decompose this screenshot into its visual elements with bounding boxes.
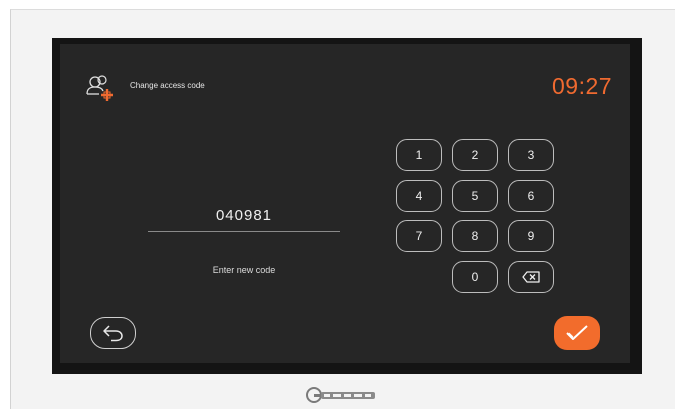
page-title: Change access code bbox=[130, 81, 205, 90]
golmar-logo bbox=[306, 387, 375, 403]
checkmark-icon bbox=[566, 325, 588, 340]
back-arrow-icon bbox=[103, 325, 123, 342]
code-hint: Enter new code bbox=[212, 265, 276, 275]
delete-button[interactable] bbox=[508, 261, 554, 293]
key-2[interactable]: 2 bbox=[452, 139, 498, 171]
user-plus-icon bbox=[86, 75, 113, 101]
key-6[interactable]: 6 bbox=[508, 180, 554, 212]
clock: 09:27 bbox=[552, 73, 613, 99]
code-underline bbox=[148, 231, 340, 232]
backspace-icon bbox=[522, 271, 540, 283]
key-8[interactable]: 8 bbox=[452, 220, 498, 252]
key-9[interactable]: 9 bbox=[508, 220, 554, 252]
key-3[interactable]: 3 bbox=[508, 139, 554, 171]
back-button[interactable] bbox=[90, 317, 136, 349]
confirm-button[interactable] bbox=[554, 316, 600, 350]
key-7[interactable]: 7 bbox=[396, 220, 442, 252]
key-0[interactable]: 0 bbox=[452, 261, 498, 293]
key-4[interactable]: 4 bbox=[396, 180, 442, 212]
code-display[interactable]: 040981 bbox=[148, 207, 340, 224]
key-1[interactable]: 1 bbox=[396, 139, 442, 171]
key-5[interactable]: 5 bbox=[452, 180, 498, 212]
